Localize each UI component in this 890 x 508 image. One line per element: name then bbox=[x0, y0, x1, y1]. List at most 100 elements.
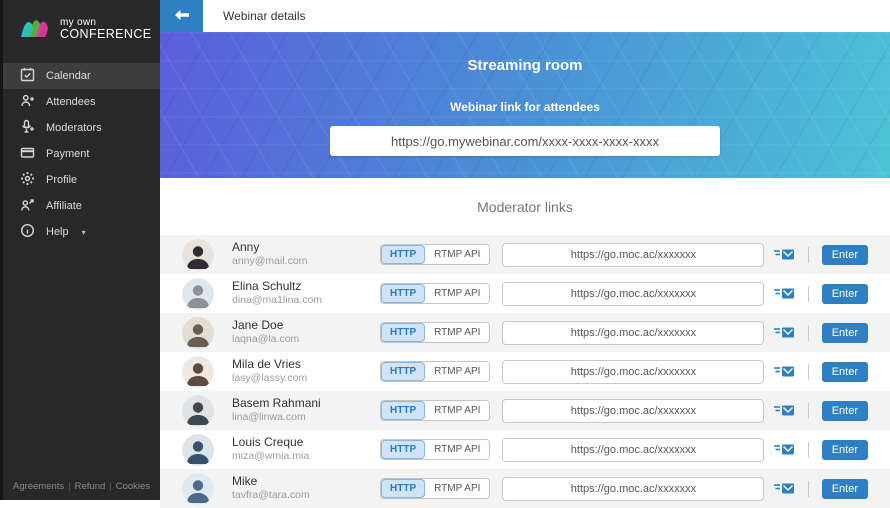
http-toggle-button[interactable]: HTTP bbox=[381, 401, 426, 420]
sidebar-item-label: Attendees bbox=[46, 96, 96, 108]
protocol-toggle: HTTP RTMP API bbox=[380, 400, 491, 421]
sidebar-item-calendar[interactable]: Calendar bbox=[3, 63, 160, 89]
back-button[interactable] bbox=[160, 0, 203, 32]
divider: | bbox=[68, 481, 71, 492]
attendees-icon bbox=[20, 93, 35, 111]
moderator-identity: Basem Rahmani lina@linwa.com bbox=[232, 396, 372, 424]
enter-button[interactable]: Enter bbox=[821, 244, 868, 265]
rtmp-api-toggle-button[interactable]: RTMP API bbox=[425, 284, 490, 303]
sidebar-item-label: Moderators bbox=[46, 122, 102, 134]
moderator-name: Jane Doe bbox=[232, 318, 284, 333]
moderator-link-input[interactable] bbox=[502, 476, 765, 501]
moderator-name: Louis Creque bbox=[232, 435, 304, 450]
moderator-link-input[interactable] bbox=[502, 320, 765, 345]
streaming-room-banner: Streaming room Webinar link for attendee… bbox=[160, 32, 890, 178]
chevron-down-icon: ▾ bbox=[81, 227, 86, 237]
refund-link[interactable]: Refund bbox=[75, 481, 106, 492]
rtmp-api-toggle-button[interactable]: RTMP API bbox=[425, 479, 490, 498]
agreements-link[interactable]: Agreements bbox=[13, 481, 64, 492]
cookies-link[interactable]: Cookies bbox=[116, 481, 150, 492]
avatar bbox=[182, 277, 214, 310]
moderator-link-input[interactable] bbox=[502, 242, 765, 267]
enter-button[interactable]: Enter bbox=[821, 478, 868, 499]
avatar bbox=[182, 355, 214, 388]
sidebar-item-payment[interactable]: Payment bbox=[3, 141, 160, 167]
app-logo: my own CONFERENCE bbox=[3, 0, 160, 57]
divider bbox=[807, 324, 809, 341]
moderator-email: lina@linwa.com bbox=[232, 411, 306, 424]
enter-button[interactable]: Enter bbox=[821, 400, 868, 421]
banner-title: Streaming room bbox=[467, 57, 583, 74]
sidebar: my own CONFERENCE Calendar Attendees Mod… bbox=[0, 0, 160, 500]
moderator-email: laqna@la.com bbox=[232, 333, 300, 346]
rtmp-api-toggle-button[interactable]: RTMP API bbox=[425, 401, 490, 420]
divider bbox=[807, 363, 809, 380]
sidebar-item-label: Help bbox=[46, 226, 69, 238]
send-link-icon[interactable] bbox=[773, 481, 795, 496]
send-link-icon[interactable] bbox=[773, 442, 795, 457]
rtmp-api-toggle-button[interactable]: RTMP API bbox=[425, 440, 490, 459]
rtmp-api-toggle-button[interactable]: RTMP API bbox=[425, 323, 490, 342]
divider bbox=[807, 480, 809, 497]
moderator-link-input[interactable] bbox=[502, 398, 765, 423]
webinar-link-input[interactable] bbox=[330, 126, 720, 156]
moderator-identity: Jane Doe laqna@la.com bbox=[232, 318, 372, 346]
sidebar-item-help[interactable]: Help ▾ bbox=[3, 219, 160, 245]
http-toggle-button[interactable]: HTTP bbox=[381, 362, 426, 381]
moderator-email: lasy@lassy.com bbox=[232, 372, 308, 385]
protocol-toggle: HTTP RTMP API bbox=[380, 322, 491, 343]
page-title: Webinar details bbox=[223, 9, 306, 23]
logo-icon bbox=[19, 14, 53, 45]
moderator-link-input[interactable] bbox=[502, 437, 765, 462]
protocol-toggle: HTTP RTMP API bbox=[380, 478, 491, 499]
main-content: Webinar details Streaming room Webinar l… bbox=[160, 0, 890, 508]
send-link-icon[interactable] bbox=[773, 364, 795, 379]
sidebar-item-moderators[interactable]: Moderators bbox=[3, 115, 160, 141]
sidebar-item-label: Affiliate bbox=[46, 200, 82, 212]
moderator-name: Elina Schultz bbox=[232, 279, 302, 294]
rtmp-api-toggle-button[interactable]: RTMP API bbox=[425, 245, 490, 264]
sidebar-item-label: Profile bbox=[46, 174, 78, 186]
protocol-toggle: HTTP RTMP API bbox=[380, 244, 491, 265]
http-toggle-button[interactable]: HTTP bbox=[381, 323, 426, 342]
moderator-list: Anny anny@mail.com HTTP RTMP API Enter bbox=[160, 235, 890, 508]
http-toggle-button[interactable]: HTTP bbox=[381, 245, 426, 264]
moderator-identity: Anny anny@mail.com bbox=[232, 240, 372, 268]
sidebar-item-affiliate[interactable]: Affiliate bbox=[3, 193, 160, 219]
send-link-icon[interactable] bbox=[773, 325, 795, 340]
moderator-identity: Mila de Vries lasy@lassy.com bbox=[232, 357, 372, 385]
moderator-link-input[interactable] bbox=[502, 359, 765, 384]
moderator-row: Elina Schultz dina@ma1lina.com HTTP RTMP… bbox=[160, 274, 890, 313]
avatar bbox=[182, 238, 214, 271]
sidebar-item-profile[interactable]: Profile bbox=[3, 167, 160, 193]
enter-button[interactable]: Enter bbox=[821, 283, 868, 304]
moderator-email: anny@mail.com bbox=[232, 255, 308, 268]
http-toggle-button[interactable]: HTTP bbox=[381, 284, 426, 303]
send-link-icon[interactable] bbox=[773, 247, 795, 262]
arrow-left-icon bbox=[174, 9, 190, 24]
http-toggle-button[interactable]: HTTP bbox=[381, 479, 426, 498]
enter-button[interactable]: Enter bbox=[821, 361, 868, 382]
sidebar-item-label: Payment bbox=[46, 148, 90, 160]
moderator-row: Basem Rahmani lina@linwa.com HTTP RTMP A… bbox=[160, 391, 890, 430]
logo-text: my own CONFERENCE bbox=[60, 16, 152, 42]
moderator-identity: Elina Schultz dina@ma1lina.com bbox=[232, 279, 372, 307]
moderator-row: Mila de Vries lasy@lassy.com HTTP RTMP A… bbox=[160, 352, 890, 391]
enter-button[interactable]: Enter bbox=[821, 439, 868, 460]
protocol-toggle: HTTP RTMP API bbox=[380, 283, 491, 304]
http-toggle-button[interactable]: HTTP bbox=[381, 440, 426, 459]
send-link-icon[interactable] bbox=[773, 286, 795, 301]
moderator-link-input[interactable] bbox=[502, 281, 765, 306]
moderators-icon bbox=[20, 119, 35, 137]
send-link-icon[interactable] bbox=[773, 403, 795, 418]
rtmp-api-toggle-button[interactable]: RTMP API bbox=[425, 362, 490, 381]
banner-subtitle: Webinar link for attendees bbox=[450, 100, 600, 114]
moderator-row: Anny anny@mail.com HTTP RTMP API Enter bbox=[160, 235, 890, 274]
divider bbox=[807, 285, 809, 302]
gear-icon bbox=[20, 171, 35, 189]
avatar bbox=[182, 433, 214, 466]
enter-button[interactable]: Enter bbox=[821, 322, 868, 343]
sidebar-item-attendees[interactable]: Attendees bbox=[3, 89, 160, 115]
protocol-toggle: HTTP RTMP API bbox=[380, 361, 491, 382]
moderator-email: tavfra@tara.com bbox=[232, 489, 310, 502]
